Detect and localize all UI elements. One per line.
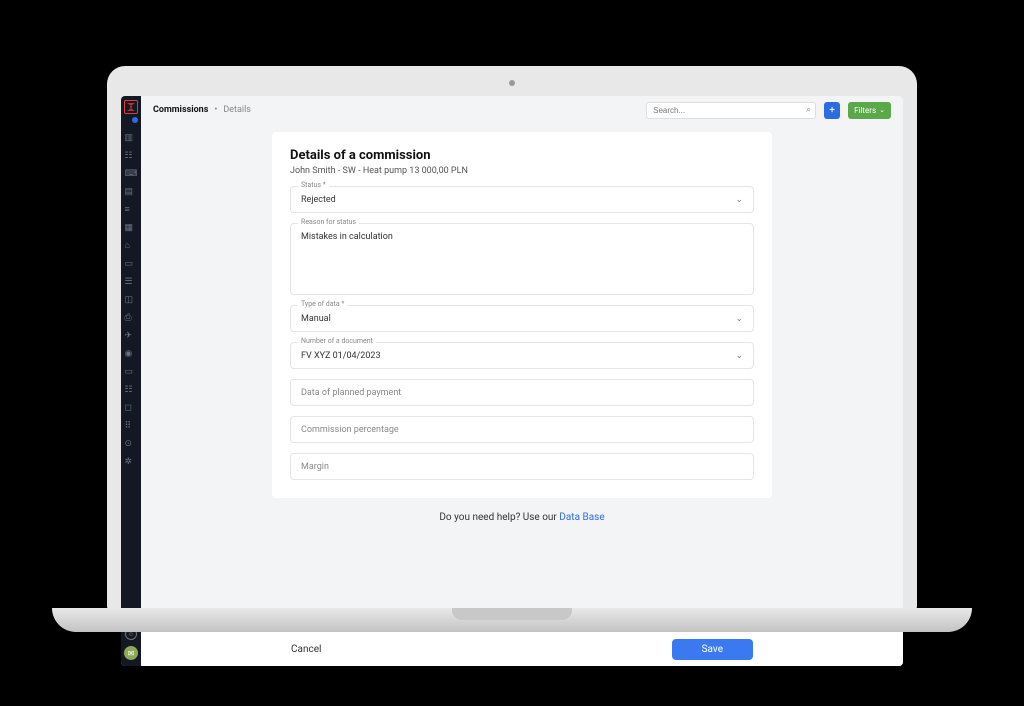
- doc-value: FV XYZ 01/04/2023: [301, 351, 381, 361]
- commission-placeholder: Commission percentage: [301, 425, 399, 435]
- help-link[interactable]: Data Base: [559, 512, 604, 523]
- nav-icons: ▥ ☷ ⌨ ▤ ≡ ▦ ⌂ ▭ ☰ ◫ ⎙ ✈ ◉ ▭ ☷ ◻ ⠿ ⊙ ✲: [125, 134, 138, 467]
- commission-field: Commission percentage: [290, 416, 754, 443]
- save-button[interactable]: Save: [672, 639, 753, 660]
- type-select[interactable]: Manual ⌄: [290, 305, 754, 332]
- search-input[interactable]: [646, 102, 816, 119]
- chevron-down-icon: ⌄: [735, 195, 743, 205]
- reason-label: Reason for status: [298, 218, 359, 226]
- nav-dashboard-icon[interactable]: ▥: [125, 134, 138, 143]
- type-label: Type of data *: [298, 300, 347, 308]
- commission-input[interactable]: Commission percentage: [290, 416, 754, 443]
- nav-chart-icon[interactable]: ☷: [125, 152, 138, 161]
- chevron-down-icon: ⌄: [735, 314, 743, 324]
- detail-card: Details of a commission John Smith - SW …: [272, 132, 772, 498]
- app-logo-icon[interactable]: [124, 100, 138, 114]
- doc-label: Number of a document: [298, 337, 376, 345]
- topbar: Commissions • Details ⌕ + Filters ⌄: [141, 96, 903, 124]
- nav-layers-icon[interactable]: ◫: [125, 296, 138, 305]
- main-area: Commissions • Details ⌕ + Filters ⌄: [141, 96, 903, 666]
- card-subtitle: John Smith - SW - Heat pump 13 000,00 PL…: [290, 166, 754, 176]
- card-title: Details of a commission: [290, 148, 754, 163]
- add-button[interactable]: +: [824, 102, 840, 119]
- reason-textarea[interactable]: Mistakes in calculation: [290, 223, 754, 295]
- status-value: Rejected: [301, 195, 336, 205]
- type-value: Manual: [301, 314, 331, 324]
- nav-send-icon[interactable]: ✈: [125, 332, 138, 341]
- help-prefix: Do you need help? Use our: [439, 512, 559, 523]
- margin-field: Margin: [290, 453, 754, 480]
- laptop-base: [52, 608, 972, 632]
- laptop-notch: [452, 608, 572, 620]
- chevron-down-icon: ⌄: [735, 351, 743, 361]
- sidebar: ▥ ☷ ⌨ ▤ ≡ ▦ ⌂ ▭ ☰ ◫ ⎙ ✈ ◉ ▭ ☷ ◻ ⠿ ⊙ ✲: [121, 96, 141, 666]
- nav-users-icon[interactable]: ⠿: [125, 422, 138, 431]
- nav-folder-icon[interactable]: ▭: [125, 260, 138, 269]
- cancel-button[interactable]: Cancel: [291, 644, 321, 655]
- margin-placeholder: Margin: [301, 462, 329, 472]
- nav-card-icon[interactable]: ▭: [125, 368, 138, 377]
- action-bar: Cancel Save: [141, 632, 903, 666]
- chevron-down-icon: ⌄: [879, 106, 885, 114]
- camera-dot: [509, 80, 515, 86]
- nav-clipboard-icon[interactable]: ☰: [125, 278, 138, 287]
- status-select[interactable]: Rejected ⌄: [290, 186, 754, 213]
- nav-gear-icon[interactable]: ✲: [125, 458, 138, 467]
- doc-select[interactable]: FV XYZ 01/04/2023 ⌄: [290, 342, 754, 369]
- payment-input[interactable]: Data of planned payment: [290, 379, 754, 406]
- chat-button-icon[interactable]: ✉: [124, 646, 138, 660]
- breadcrumb-separator-icon: •: [214, 105, 217, 115]
- filters-label: Filters: [854, 106, 876, 115]
- doc-field: Number of a document FV XYZ 01/04/2023 ⌄: [290, 342, 754, 369]
- breadcrumb-leaf: Details: [223, 105, 251, 115]
- reason-field: Reason for status Mistakes in calculatio…: [290, 223, 754, 295]
- type-field: Type of data * Manual ⌄: [290, 305, 754, 332]
- nav-tv-icon[interactable]: ⌨: [125, 170, 138, 179]
- nav-zoom-icon[interactable]: ⊙: [125, 440, 138, 449]
- filters-button[interactable]: Filters ⌄: [848, 102, 891, 119]
- nav-print-icon[interactable]: ⎙: [125, 314, 138, 323]
- payment-field: Data of planned payment: [290, 379, 754, 406]
- search-icon[interactable]: ⌕: [806, 105, 811, 115]
- nav-briefcase-icon[interactable]: ⌂: [125, 242, 138, 251]
- search-wrap: ⌕: [646, 102, 816, 119]
- nav-globe-icon[interactable]: ◉: [125, 350, 138, 359]
- notification-dot-icon[interactable]: [132, 117, 138, 123]
- nav-list-icon[interactable]: ≡: [125, 206, 138, 215]
- app-screen: ▥ ☷ ⌨ ▤ ≡ ▦ ⌂ ▭ ☰ ◫ ⎙ ✈ ◉ ▭ ☷ ◻ ⠿ ⊙ ✲: [121, 96, 903, 666]
- margin-input[interactable]: Margin: [290, 453, 754, 480]
- plus-icon: +: [829, 105, 835, 116]
- status-field: Status * Rejected ⌄: [290, 186, 754, 213]
- status-label: Status *: [298, 181, 329, 189]
- nav-bell-icon[interactable]: ◻: [125, 404, 138, 413]
- help-text: Do you need help? Use our Data Base: [141, 512, 903, 523]
- nav-coins-icon[interactable]: ☷: [125, 386, 138, 395]
- nav-doc-icon[interactable]: ▤: [125, 188, 138, 197]
- payment-placeholder: Data of planned payment: [301, 388, 401, 398]
- reason-value: Mistakes in calculation: [301, 232, 393, 242]
- nav-calendar-icon[interactable]: ▦: [125, 224, 138, 233]
- breadcrumb: Commissions • Details: [153, 105, 251, 115]
- breadcrumb-root[interactable]: Commissions: [153, 105, 208, 115]
